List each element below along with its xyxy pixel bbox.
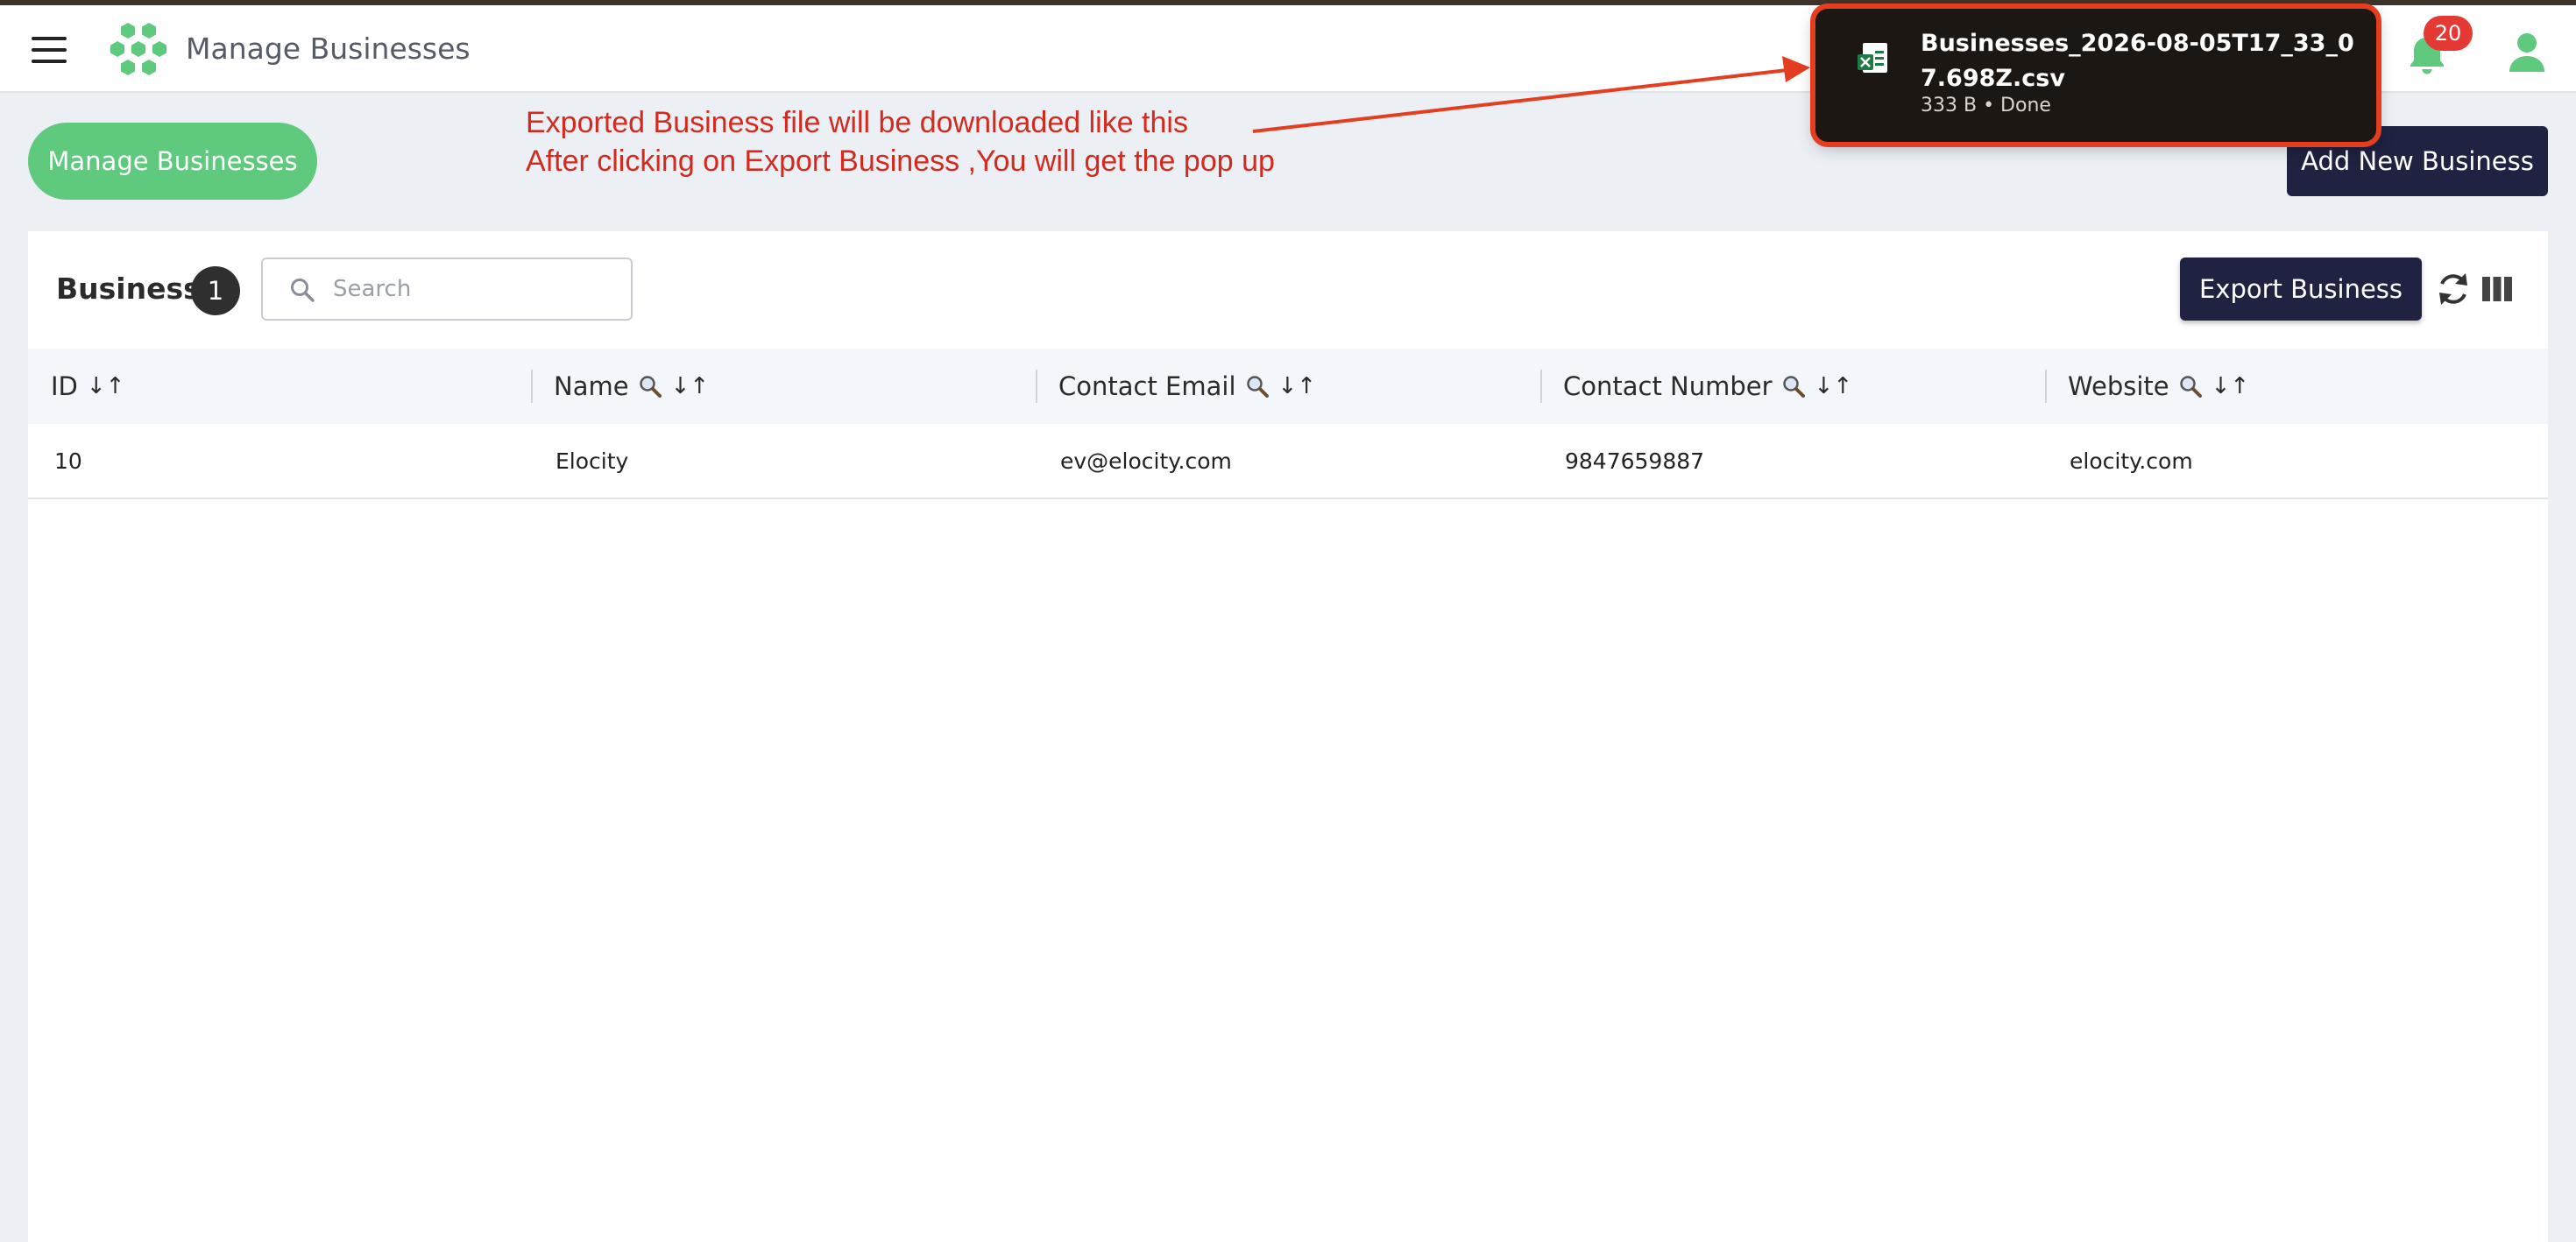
logo-icon [110, 23, 166, 75]
search-icon [291, 279, 315, 302]
user-icon[interactable] [2508, 32, 2546, 74]
column-header-label: Contact Email [1058, 371, 1236, 401]
sort-icon[interactable]: ↓↑ [1278, 349, 1317, 424]
card-title: Business [56, 272, 201, 306]
search-box[interactable] [261, 258, 633, 321]
magnifier-icon[interactable] [2178, 374, 2203, 399]
sort-icon[interactable]: ↓↑ [87, 349, 125, 424]
sort-icon[interactable]: ↓↑ [2212, 349, 2250, 424]
column-header-label: Contact Number [1563, 371, 1773, 401]
notification-count-badge: 20 [2424, 16, 2473, 51]
column-header-contact-email[interactable]: Contact Email ↓↑ [1036, 349, 1540, 424]
sort-icon[interactable]: ↓↑ [671, 349, 710, 424]
download-file-meta: 333 B • Done [1921, 95, 2051, 116]
annotation-line-1: Exported Business file will be downloade… [526, 106, 1188, 139]
page-title: Manage Businesses [186, 32, 471, 66]
download-file-name[interactable]: Businesses_2026-08-05T17_33_07.698Z.csv [1921, 26, 2359, 96]
column-header-contact-number[interactable]: Contact Number ↓↑ [1540, 349, 2045, 424]
export-business-button[interactable]: Export Business [2180, 258, 2422, 321]
magnifier-icon[interactable] [1781, 374, 1806, 399]
cell-name: Elocity [556, 448, 629, 474]
manage-businesses-button[interactable]: Manage Businesses [28, 123, 317, 200]
annotation-line-2: After clicking on Export Business ,You w… [526, 145, 1275, 178]
column-header-label: ID [51, 371, 78, 401]
search-input[interactable] [333, 268, 613, 310]
annotation-note: Exported Business file will be downloade… [526, 103, 1275, 180]
cell-id: 10 [54, 448, 82, 474]
cell-website: elocity.com [2070, 448, 2193, 474]
column-header-label: Website [2068, 371, 2169, 401]
column-header-website[interactable]: Website ↓↑ [2045, 349, 2548, 424]
column-header-id[interactable]: ID ↓↑ [28, 349, 531, 424]
menu-icon[interactable] [32, 37, 67, 65]
cell-contact-number: 9847659887 [1565, 448, 1705, 474]
column-header-name[interactable]: Name ↓↑ [531, 349, 1036, 424]
business-card: Business 1 Export Business ID ↓↑ Name ↓↑ [28, 231, 2548, 1242]
sort-icon[interactable]: ↓↑ [1815, 349, 1853, 424]
magnifier-icon[interactable] [638, 374, 662, 399]
csv-file-icon [1858, 43, 1887, 73]
business-count-badge: 1 [191, 266, 240, 315]
refresh-icon[interactable] [2434, 270, 2473, 308]
cell-contact-email: ev@elocity.com [1060, 448, 1232, 474]
table-header: ID ↓↑ Name ↓↑ Contact Email ↓↑ Contact N… [28, 349, 2548, 424]
magnifier-icon[interactable] [1245, 374, 1270, 399]
download-popup[interactable]: Businesses_2026-08-05T17_33_07.698Z.csv … [1815, 9, 2376, 142]
table-row[interactable]: 10 Elocity ev@elocity.com 9847659887 elo… [28, 424, 2548, 499]
columns-icon[interactable] [2481, 273, 2513, 305]
column-header-label: Name [554, 371, 629, 401]
